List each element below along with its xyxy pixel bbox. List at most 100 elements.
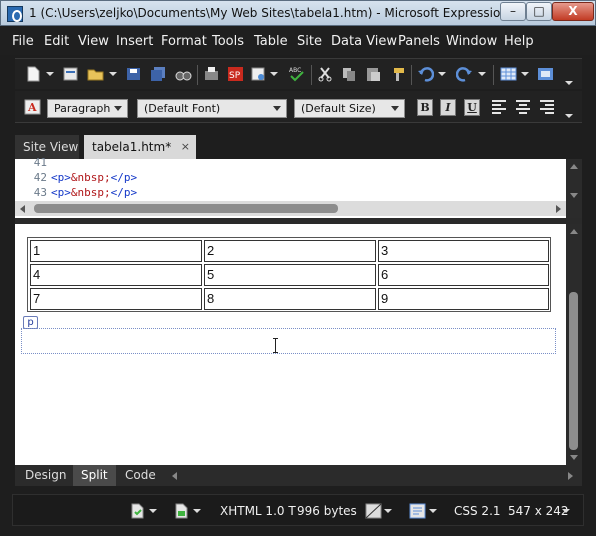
align-left-icon[interactable] <box>492 100 506 114</box>
scroll-down-icon[interactable] <box>570 193 578 198</box>
new-page-icon[interactable] <box>25 66 42 82</box>
scroll-right-icon[interactable] <box>568 472 573 480</box>
svg-text:ABC: ABC <box>289 67 301 74</box>
status-bar: XHTML 1.0 T 996 bytes CSS 2.1 547 x 242 <box>12 494 584 526</box>
empty-paragraph[interactable] <box>21 328 556 354</box>
separator <box>493 65 494 85</box>
schema-icon[interactable] <box>365 503 382 519</box>
menu-tools[interactable]: Tools <box>212 34 244 49</box>
toolbar-options-icon[interactable] <box>565 114 573 118</box>
tab-tabela1[interactable]: tabela1.htm* × <box>84 135 196 159</box>
minimize-button[interactable]: – <box>500 2 526 21</box>
bold-button[interactable]: B <box>417 99 433 116</box>
line-number: 43 <box>33 186 47 199</box>
table-cell[interactable]: 2 <box>204 240 376 262</box>
menu-view[interactable]: View <box>78 34 109 49</box>
expression-web-app-icon[interactable] <box>7 6 23 22</box>
table-dropdown-icon[interactable] <box>521 72 529 76</box>
scroll-right-icon[interactable] <box>556 205 561 213</box>
scroll-down-icon[interactable] <box>570 455 578 460</box>
html-table[interactable]: 1 2 3 4 5 6 7 8 9 <box>27 237 551 312</box>
maximize-button[interactable]: □ <box>526 2 552 21</box>
new-dropdown-icon[interactable] <box>46 72 54 76</box>
table-cell[interactable]: 1 <box>30 240 202 262</box>
separator <box>311 65 312 85</box>
css-version-status[interactable]: CSS 2.1 <box>454 495 501 527</box>
underline-button[interactable]: U <box>464 99 480 116</box>
doctype-status[interactable]: XHTML 1.0 T <box>220 495 296 527</box>
code-scroll-thumb[interactable] <box>34 204 338 213</box>
table-cell[interactable]: 6 <box>378 264 549 286</box>
chevron-down-icon <box>273 106 281 111</box>
menu-file[interactable]: File <box>12 34 34 49</box>
style-application-icon[interactable] <box>173 503 190 519</box>
copy-icon[interactable] <box>341 66 358 82</box>
style-dropdown-icon[interactable] <box>193 509 201 513</box>
schema-dropdown-icon[interactable] <box>384 509 392 513</box>
scroll-left-icon[interactable] <box>172 472 177 480</box>
open-folder-icon[interactable] <box>87 66 104 82</box>
tab-split[interactable]: Split <box>73 465 116 486</box>
close-tab-icon[interactable]: × <box>181 135 190 159</box>
visual-aids-dropdown-icon[interactable] <box>149 509 157 513</box>
font-size-select[interactable]: (Default Size) <box>294 99 405 118</box>
undo-icon[interactable] <box>417 66 435 82</box>
css-dropdown-icon[interactable] <box>429 509 437 513</box>
open-site-icon[interactable] <box>62 66 79 82</box>
preview-icon[interactable] <box>250 66 267 82</box>
visual-aids-icon[interactable] <box>129 503 146 519</box>
menu-data-view[interactable]: Data View <box>331 34 397 49</box>
paragraph-style-select[interactable]: Paragraph <box>47 99 128 118</box>
menu-site[interactable]: Site <box>297 34 322 49</box>
design-scroll-thumb[interactable] <box>569 292 578 450</box>
format-painter-icon[interactable] <box>389 66 406 82</box>
css-schema-icon[interactable] <box>409 503 426 519</box>
standard-toolbar: SP ABC <box>15 58 582 89</box>
insert-table-icon[interactable] <box>500 66 517 82</box>
menu-window[interactable]: Window <box>446 34 497 49</box>
menu-help[interactable]: Help <box>504 34 534 49</box>
undo-dropdown-icon[interactable] <box>438 72 446 76</box>
redo-dropdown-icon[interactable] <box>478 72 486 76</box>
toolbar-options-icon[interactable] <box>565 81 573 85</box>
find-icon[interactable] <box>175 66 192 82</box>
paste-icon[interactable] <box>365 66 382 82</box>
publish-icon[interactable] <box>203 66 220 82</box>
spelling-icon[interactable]: ABC <box>288 66 305 82</box>
menu-insert[interactable]: Insert <box>116 34 153 49</box>
table-cell[interactable]: 7 <box>30 288 202 310</box>
redo-icon[interactable] <box>455 66 473 82</box>
page-size-dropdown-icon[interactable] <box>562 509 570 513</box>
sharepoint-icon[interactable]: SP <box>227 66 244 82</box>
page-size-status[interactable]: 547 x 242 <box>508 495 569 527</box>
insert-layer-icon[interactable] <box>537 66 554 82</box>
style-icon[interactable]: A <box>24 99 41 115</box>
font-select[interactable]: (Default Font) <box>137 99 287 118</box>
code-line: 42 <p>&nbsp;</p> <box>15 171 137 185</box>
title-bar[interactable]: 1 (C:\Users\zeljko\Documents\My Web Site… <box>0 0 596 26</box>
tab-design[interactable]: Design <box>17 465 74 486</box>
align-right-icon[interactable] <box>540 100 554 114</box>
menu-table[interactable]: Table <box>254 34 288 49</box>
file-size-status: 996 bytes <box>297 504 357 518</box>
menu-format[interactable]: Format <box>161 34 207 49</box>
table-cell[interactable]: 4 <box>30 264 202 286</box>
table-cell[interactable]: 8 <box>204 288 376 310</box>
menu-edit[interactable]: Edit <box>44 34 69 49</box>
preview-dropdown-icon[interactable] <box>270 72 278 76</box>
save-icon[interactable] <box>125 66 142 82</box>
tab-code[interactable]: Code <box>117 465 164 486</box>
menu-panels[interactable]: Panels <box>398 34 440 49</box>
align-center-icon[interactable] <box>516 100 530 114</box>
open-dropdown-icon[interactable] <box>109 72 117 76</box>
close-button[interactable]: X <box>552 2 594 21</box>
italic-button[interactable]: I <box>440 99 456 116</box>
save-all-icon[interactable] <box>150 66 167 82</box>
table-cell[interactable]: 5 <box>204 264 376 286</box>
table-cell[interactable]: 9 <box>378 288 549 310</box>
scroll-left-icon[interactable] <box>20 205 25 213</box>
scroll-up-icon[interactable] <box>570 229 578 234</box>
table-cell[interactable]: 3 <box>378 240 549 262</box>
cut-icon[interactable] <box>317 66 334 82</box>
scroll-up-icon[interactable] <box>570 164 578 169</box>
